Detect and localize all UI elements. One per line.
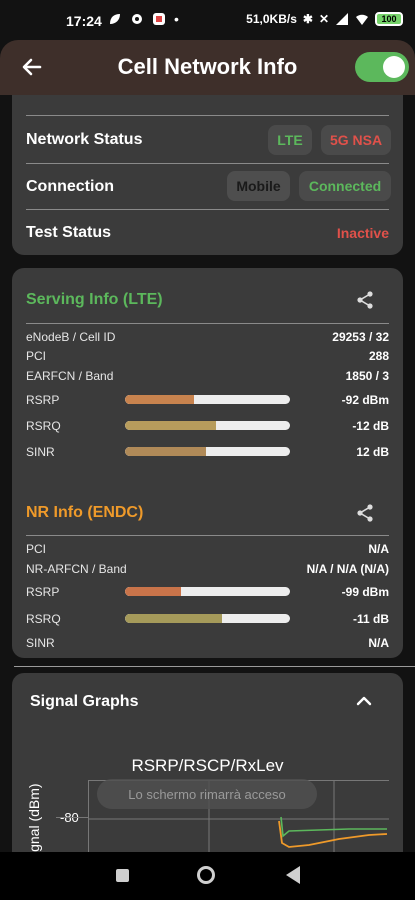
- signal-graphs-title: Signal Graphs: [30, 693, 139, 710]
- divider: [26, 115, 389, 116]
- mobile-badge: Mobile: [227, 171, 290, 201]
- rsrp-value: -92 dBm: [341, 393, 389, 407]
- nr-rsrp-value: -99 dBm: [341, 585, 389, 599]
- nr-rsrq-value: -11 dB: [352, 612, 389, 626]
- enodeb-label: eNodeB / Cell ID: [26, 330, 116, 344]
- dot-icon: •: [174, 11, 179, 27]
- nr-sinr-label: SINR: [26, 636, 55, 650]
- signal-icon: [336, 13, 348, 25]
- battery-icon: 100: [375, 12, 403, 26]
- enodeb-value: 29253 / 32: [332, 330, 389, 344]
- share-icon[interactable]: [355, 290, 375, 310]
- nr-rsrq-bar: [125, 614, 290, 623]
- earfcn-label: EARFCN / Band: [26, 369, 114, 383]
- nr-sinr-value: N/A: [368, 636, 389, 650]
- gear-icon: [132, 14, 142, 24]
- home-icon[interactable]: [197, 866, 215, 884]
- nr-info-title: NR Info (ENDC): [26, 504, 144, 521]
- mute-icon: ✕: [318, 12, 329, 26]
- divider: [26, 323, 389, 324]
- connected-badge: Connected: [299, 171, 391, 201]
- wifi-icon: [356, 14, 368, 25]
- rsrq-value: -12 dB: [352, 419, 389, 433]
- pci-value: 288: [368, 349, 389, 363]
- chevron-up-icon[interactable]: [355, 693, 373, 707]
- y-tick-mark: [56, 817, 88, 818]
- recents-icon[interactable]: [116, 869, 129, 882]
- sinr-bar: [125, 447, 290, 456]
- share-icon[interactable]: [355, 503, 375, 523]
- sinr-label: SINR: [26, 445, 55, 459]
- nr-rsrp-label: RSRP: [26, 585, 60, 599]
- 5g-nsa-badge: 5G NSA: [321, 125, 391, 155]
- nr-arfcn-label: NR-ARFCN / Band: [26, 562, 127, 576]
- divider: [26, 209, 389, 210]
- y-axis-label: ignal (dBm): [26, 783, 42, 855]
- earfcn-value: 1850 / 3: [345, 369, 389, 383]
- app-header: Cell Network Info: [0, 40, 415, 95]
- nr-pci-label: PCI: [26, 542, 47, 556]
- toggle-knob: [383, 56, 405, 78]
- leaf-icon: [110, 14, 120, 24]
- nr-rsrp-bar-fill: [125, 587, 182, 596]
- nr-rsrq-label: RSRQ: [26, 612, 61, 626]
- nr-pci-value: N/A: [368, 542, 389, 556]
- monitor-toggle[interactable]: [355, 52, 409, 82]
- pci-label: PCI: [26, 349, 47, 363]
- rsrq-label: RSRQ: [26, 419, 61, 433]
- status-time: 17:24: [66, 13, 102, 29]
- connection-label: Connection: [26, 178, 114, 195]
- rsrp-label: RSRP: [26, 393, 60, 407]
- bluetooth-icon: ✱: [302, 12, 313, 26]
- divider: [26, 535, 389, 536]
- back-triangle-icon[interactable]: [286, 866, 300, 884]
- rsrp-bar-fill: [125, 395, 195, 404]
- rsrq-bar: [125, 421, 290, 430]
- sinr-value: 12 dB: [356, 445, 389, 459]
- sinr-bar-fill: [125, 447, 206, 456]
- divider: [26, 163, 389, 164]
- network-status-label: Network Status: [26, 131, 143, 148]
- divider: [14, 666, 415, 667]
- chart-title: RSRP/RSCP/RxLev: [131, 756, 284, 775]
- serving-info-title: Serving Info (LTE): [26, 291, 163, 308]
- rsrp-bar: [125, 395, 290, 404]
- series-line-orange: [278, 820, 388, 848]
- nr-arfcn-value: N/A / N/A (N/A): [306, 562, 389, 576]
- status-card: Network Status LTE 5G NSA Connection Mob…: [12, 95, 403, 255]
- page-title: Cell Network Info: [117, 54, 298, 79]
- status-bar: 17:24 • 51,0KB/s ✱ ✕ 100: [0, 0, 415, 40]
- test-status-value: Inactive: [336, 225, 389, 241]
- toast-message: Lo schermo rimarrà acceso: [97, 779, 317, 809]
- photos-icon: [153, 13, 165, 25]
- nr-rsrq-bar-fill: [125, 614, 223, 623]
- lte-badge: LTE: [268, 125, 312, 155]
- info-card: Serving Info (LTE) eNodeB / Cell ID 2925…: [12, 268, 403, 658]
- test-status-label: Test Status: [26, 224, 112, 241]
- net-speed: 51,0KB/s: [246, 12, 297, 26]
- nr-rsrp-bar: [125, 587, 290, 596]
- rsrq-bar-fill: [125, 421, 216, 430]
